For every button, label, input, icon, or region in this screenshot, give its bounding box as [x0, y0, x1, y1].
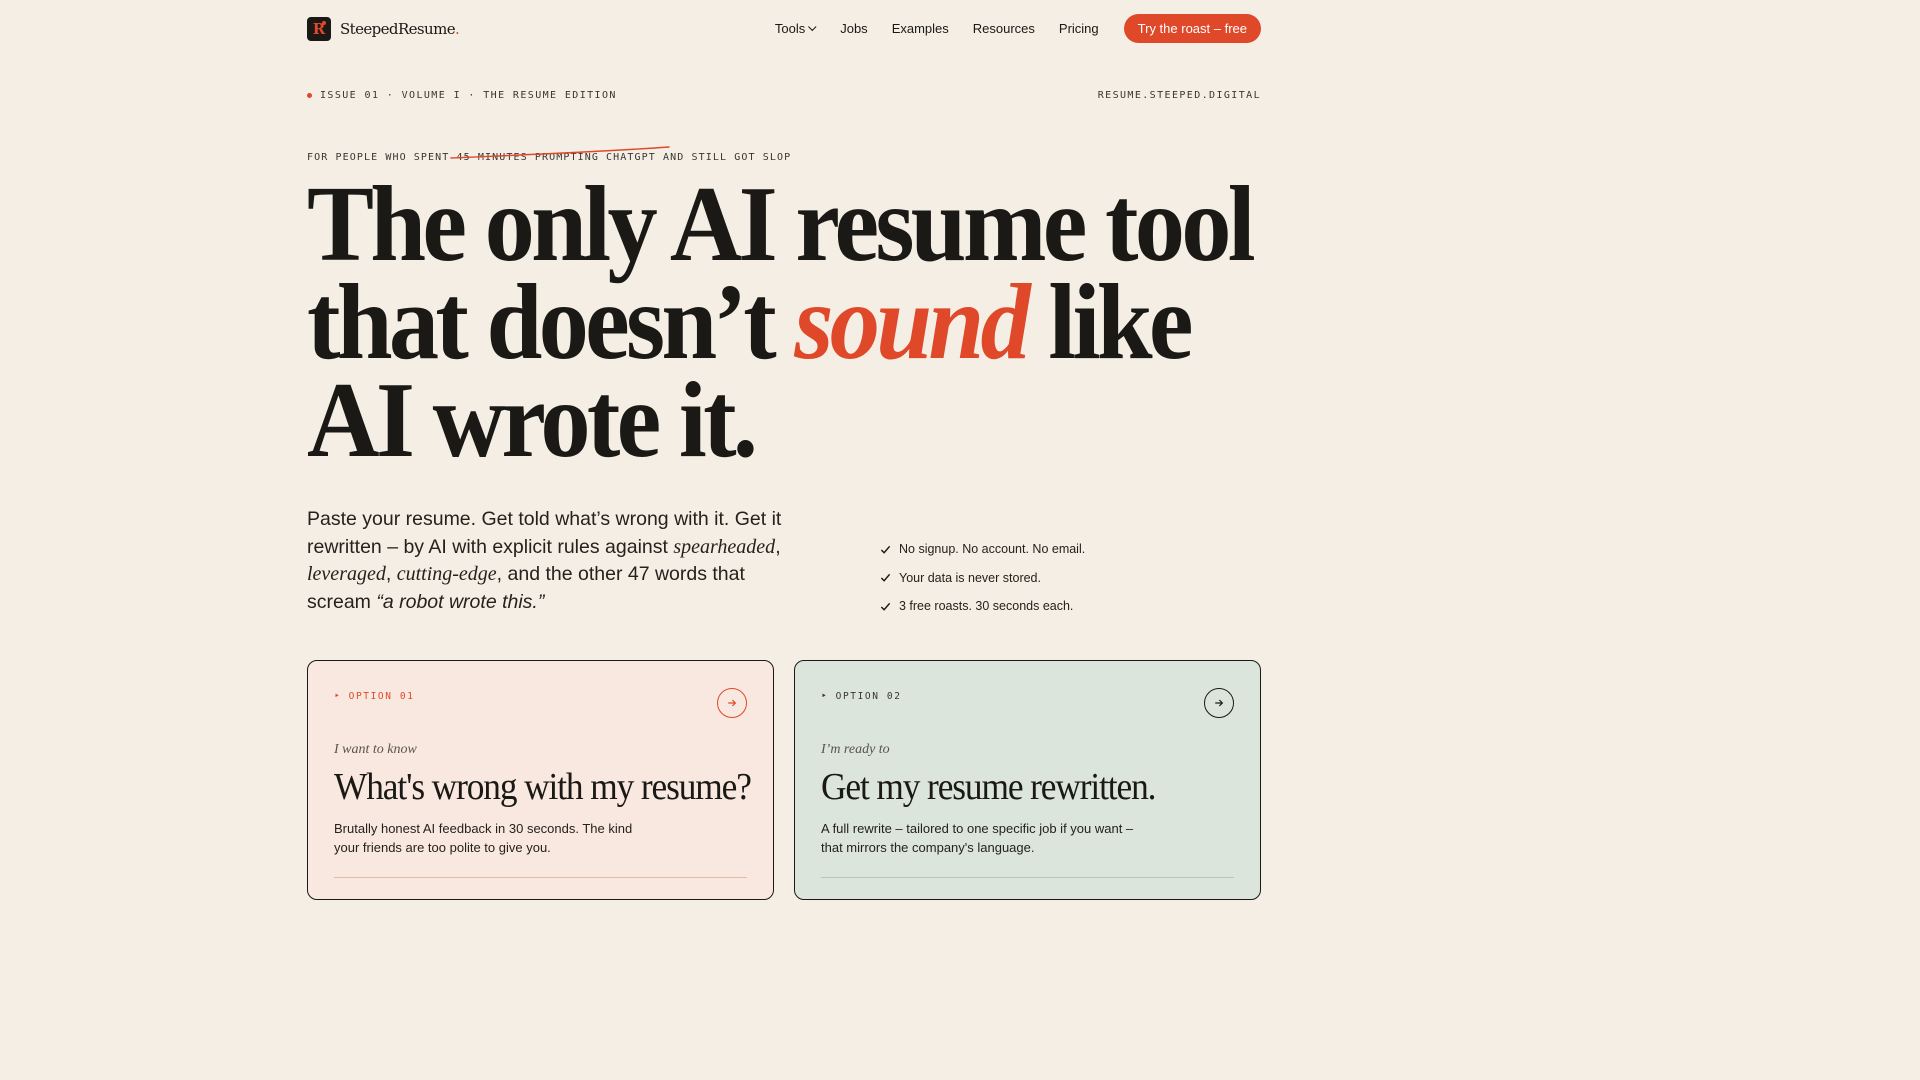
- chevron-down-icon: [808, 22, 817, 31]
- banned-word-2: leveraged: [307, 563, 386, 585]
- banned-word-1: spearheaded: [673, 535, 776, 558]
- top-nav: R SteepedResume. Tools Jobs Examples Res…: [307, 14, 1261, 43]
- site-domain: RESUME.STEEPED.DIGITAL: [1097, 90, 1261, 101]
- strikethrough-stroke-icon: [449, 146, 670, 159]
- bullet-dot-icon: [307, 93, 312, 98]
- card-lead: I want to know: [334, 742, 417, 757]
- option-label: ‣ OPTION 01: [334, 691, 415, 702]
- banned-word-3: cutting-edge: [396, 563, 497, 585]
- divider: [334, 877, 747, 878]
- try-roast-button[interactable]: Try the roast – free: [1123, 14, 1261, 43]
- card-lead: I’m ready to: [821, 742, 890, 757]
- brand-period: .: [454, 19, 460, 38]
- headline-accent-word: sound: [794, 263, 1030, 382]
- arrow-glyph: [1215, 699, 1224, 707]
- nav-tools[interactable]: Tools: [774, 21, 817, 36]
- arrow-glyph: [728, 699, 737, 707]
- card-title: Get my resume rewritten.: [821, 766, 1156, 808]
- check-item-label: Your data is never stored.: [899, 570, 1041, 585]
- kicker-after: AND STILL GOT SLOP: [655, 152, 792, 163]
- issue-line: ISSUE 01 · VOLUME I · THE RESUME EDITION…: [307, 90, 1261, 101]
- logo-icon: R: [307, 16, 331, 41]
- headline-line-2-after: like: [1027, 263, 1193, 382]
- kicker-struck: 45 MINUTES PROMPTING CHATGPT: [449, 146, 670, 163]
- headline-line-1: The only AI resume tool: [307, 165, 1256, 284]
- check-item: Your data is never stored.: [880, 569, 1085, 587]
- brand-name: SteepedResume.: [340, 19, 460, 38]
- issue-label: ISSUE 01 · VOLUME I · THE RESUME EDITION: [320, 90, 617, 101]
- nav-resources[interactable]: Resources: [973, 21, 1035, 36]
- option-label: ‣ OPTION 02: [821, 691, 902, 702]
- subhead-sep-1: ,: [775, 535, 781, 558]
- nav-jobs[interactable]: Jobs: [840, 21, 867, 36]
- issue-left: ISSUE 01 · VOLUME I · THE RESUME EDITION: [307, 90, 617, 101]
- logo-dot: [322, 20, 326, 25]
- kicker: FOR PEOPLE WHO SPENT 45 MINUTES PROMPTIN…: [307, 146, 1261, 163]
- check-icon: [880, 602, 891, 611]
- arrow-right-icon[interactable]: [1204, 688, 1234, 718]
- subhead-sep-2: ,: [385, 563, 397, 585]
- nav-tools-label: Tools: [774, 21, 806, 36]
- arrow-right-icon[interactable]: [717, 688, 747, 718]
- option-card-roast[interactable]: ‣ OPTION 01 I want to know What's wrong …: [307, 660, 774, 900]
- option-card-rewrite[interactable]: ‣ OPTION 02 I’m ready to Get my resume r…: [794, 660, 1261, 900]
- check-item: 3 free roasts. 30 seconds each.: [880, 597, 1085, 615]
- hero-headline: The only AI resume tool that doesn’t sou…: [307, 165, 1256, 480]
- nav-pricing[interactable]: Pricing: [1059, 21, 1099, 36]
- feature-checklist: No signup. No account. No email. Your da…: [880, 540, 1085, 626]
- subhead-quote: “a robot wrote this.”: [376, 590, 545, 613]
- nav-examples[interactable]: Examples: [892, 21, 949, 36]
- headline-line-3: AI wrote it.: [307, 361, 758, 480]
- headline-line-2: that doesn’t sound like: [307, 269, 1237, 377]
- divider: [821, 877, 1234, 878]
- check-icon: [880, 573, 891, 582]
- card-title: What's wrong with my resume?: [334, 766, 752, 808]
- card-description: A full rewrite – tailored to one specifi…: [821, 821, 1134, 855]
- nav-links: Tools Jobs Examples Resources Pricing Tr…: [775, 14, 1261, 43]
- brand-name-text: SteepedResume: [340, 19, 456, 38]
- hero-subhead: Paste your resume. Get told what’s wrong…: [307, 506, 807, 616]
- check-item-label: No signup. No account. No email.: [899, 542, 1086, 556]
- kicker-before: FOR PEOPLE WHO SPENT: [307, 152, 457, 163]
- brand[interactable]: R SteepedResume.: [307, 16, 460, 41]
- check-item-label: 3 free roasts. 30 seconds each.: [899, 599, 1074, 613]
- check-icon: [880, 545, 891, 554]
- card-description: Brutally honest AI feedback in 30 second…: [334, 821, 633, 855]
- check-item: No signup. No account. No email.: [880, 540, 1085, 558]
